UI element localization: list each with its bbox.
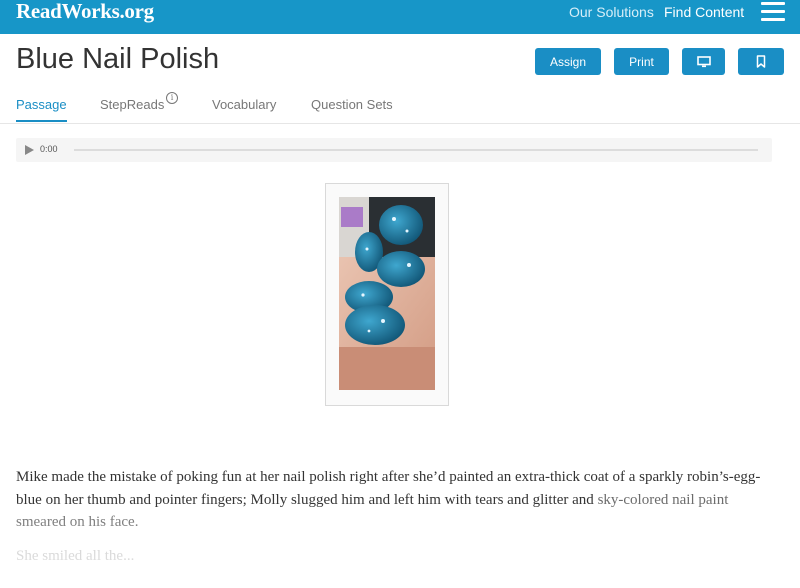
audio-time: 0:00 [40, 144, 58, 154]
menu-icon[interactable] [761, 2, 785, 22]
print-button[interactable]: Print [614, 48, 669, 75]
bookmark-icon [756, 55, 766, 68]
present-button[interactable] [682, 48, 725, 75]
tab-question-sets[interactable]: Question Sets [311, 97, 393, 112]
audio-player: 0:00 [16, 138, 772, 162]
nav-find-content[interactable]: Find Content [664, 4, 744, 20]
nav-our-solutions[interactable]: Our Solutions [569, 4, 654, 20]
passage-text: Mike made the mistake of poking fun at h… [16, 466, 776, 534]
tab-stepreads[interactable]: StepReads [100, 97, 164, 112]
play-icon[interactable] [25, 145, 34, 155]
tab-vocabulary[interactable]: Vocabulary [212, 97, 276, 112]
top-bar: ReadWorks.org Our Solutions Find Content [0, 0, 800, 34]
tab-passage[interactable]: Passage [16, 97, 67, 112]
monitor-icon [696, 55, 711, 67]
assign-button[interactable]: Assign [535, 48, 601, 75]
page-title: Blue Nail Polish [16, 43, 220, 75]
audio-progress-bar[interactable] [74, 149, 758, 151]
passage-tabs: Passage StepReads i Vocabulary Question … [0, 92, 800, 124]
passage-image [339, 197, 435, 390]
bookmark-button[interactable] [738, 48, 784, 75]
passage-image-frame [325, 183, 449, 406]
info-icon[interactable]: i [166, 92, 178, 104]
paragraph-2: She smiled all the... [16, 548, 135, 564]
active-tab-indicator [16, 120, 67, 122]
site-logo[interactable]: ReadWorks.org [16, 0, 154, 24]
